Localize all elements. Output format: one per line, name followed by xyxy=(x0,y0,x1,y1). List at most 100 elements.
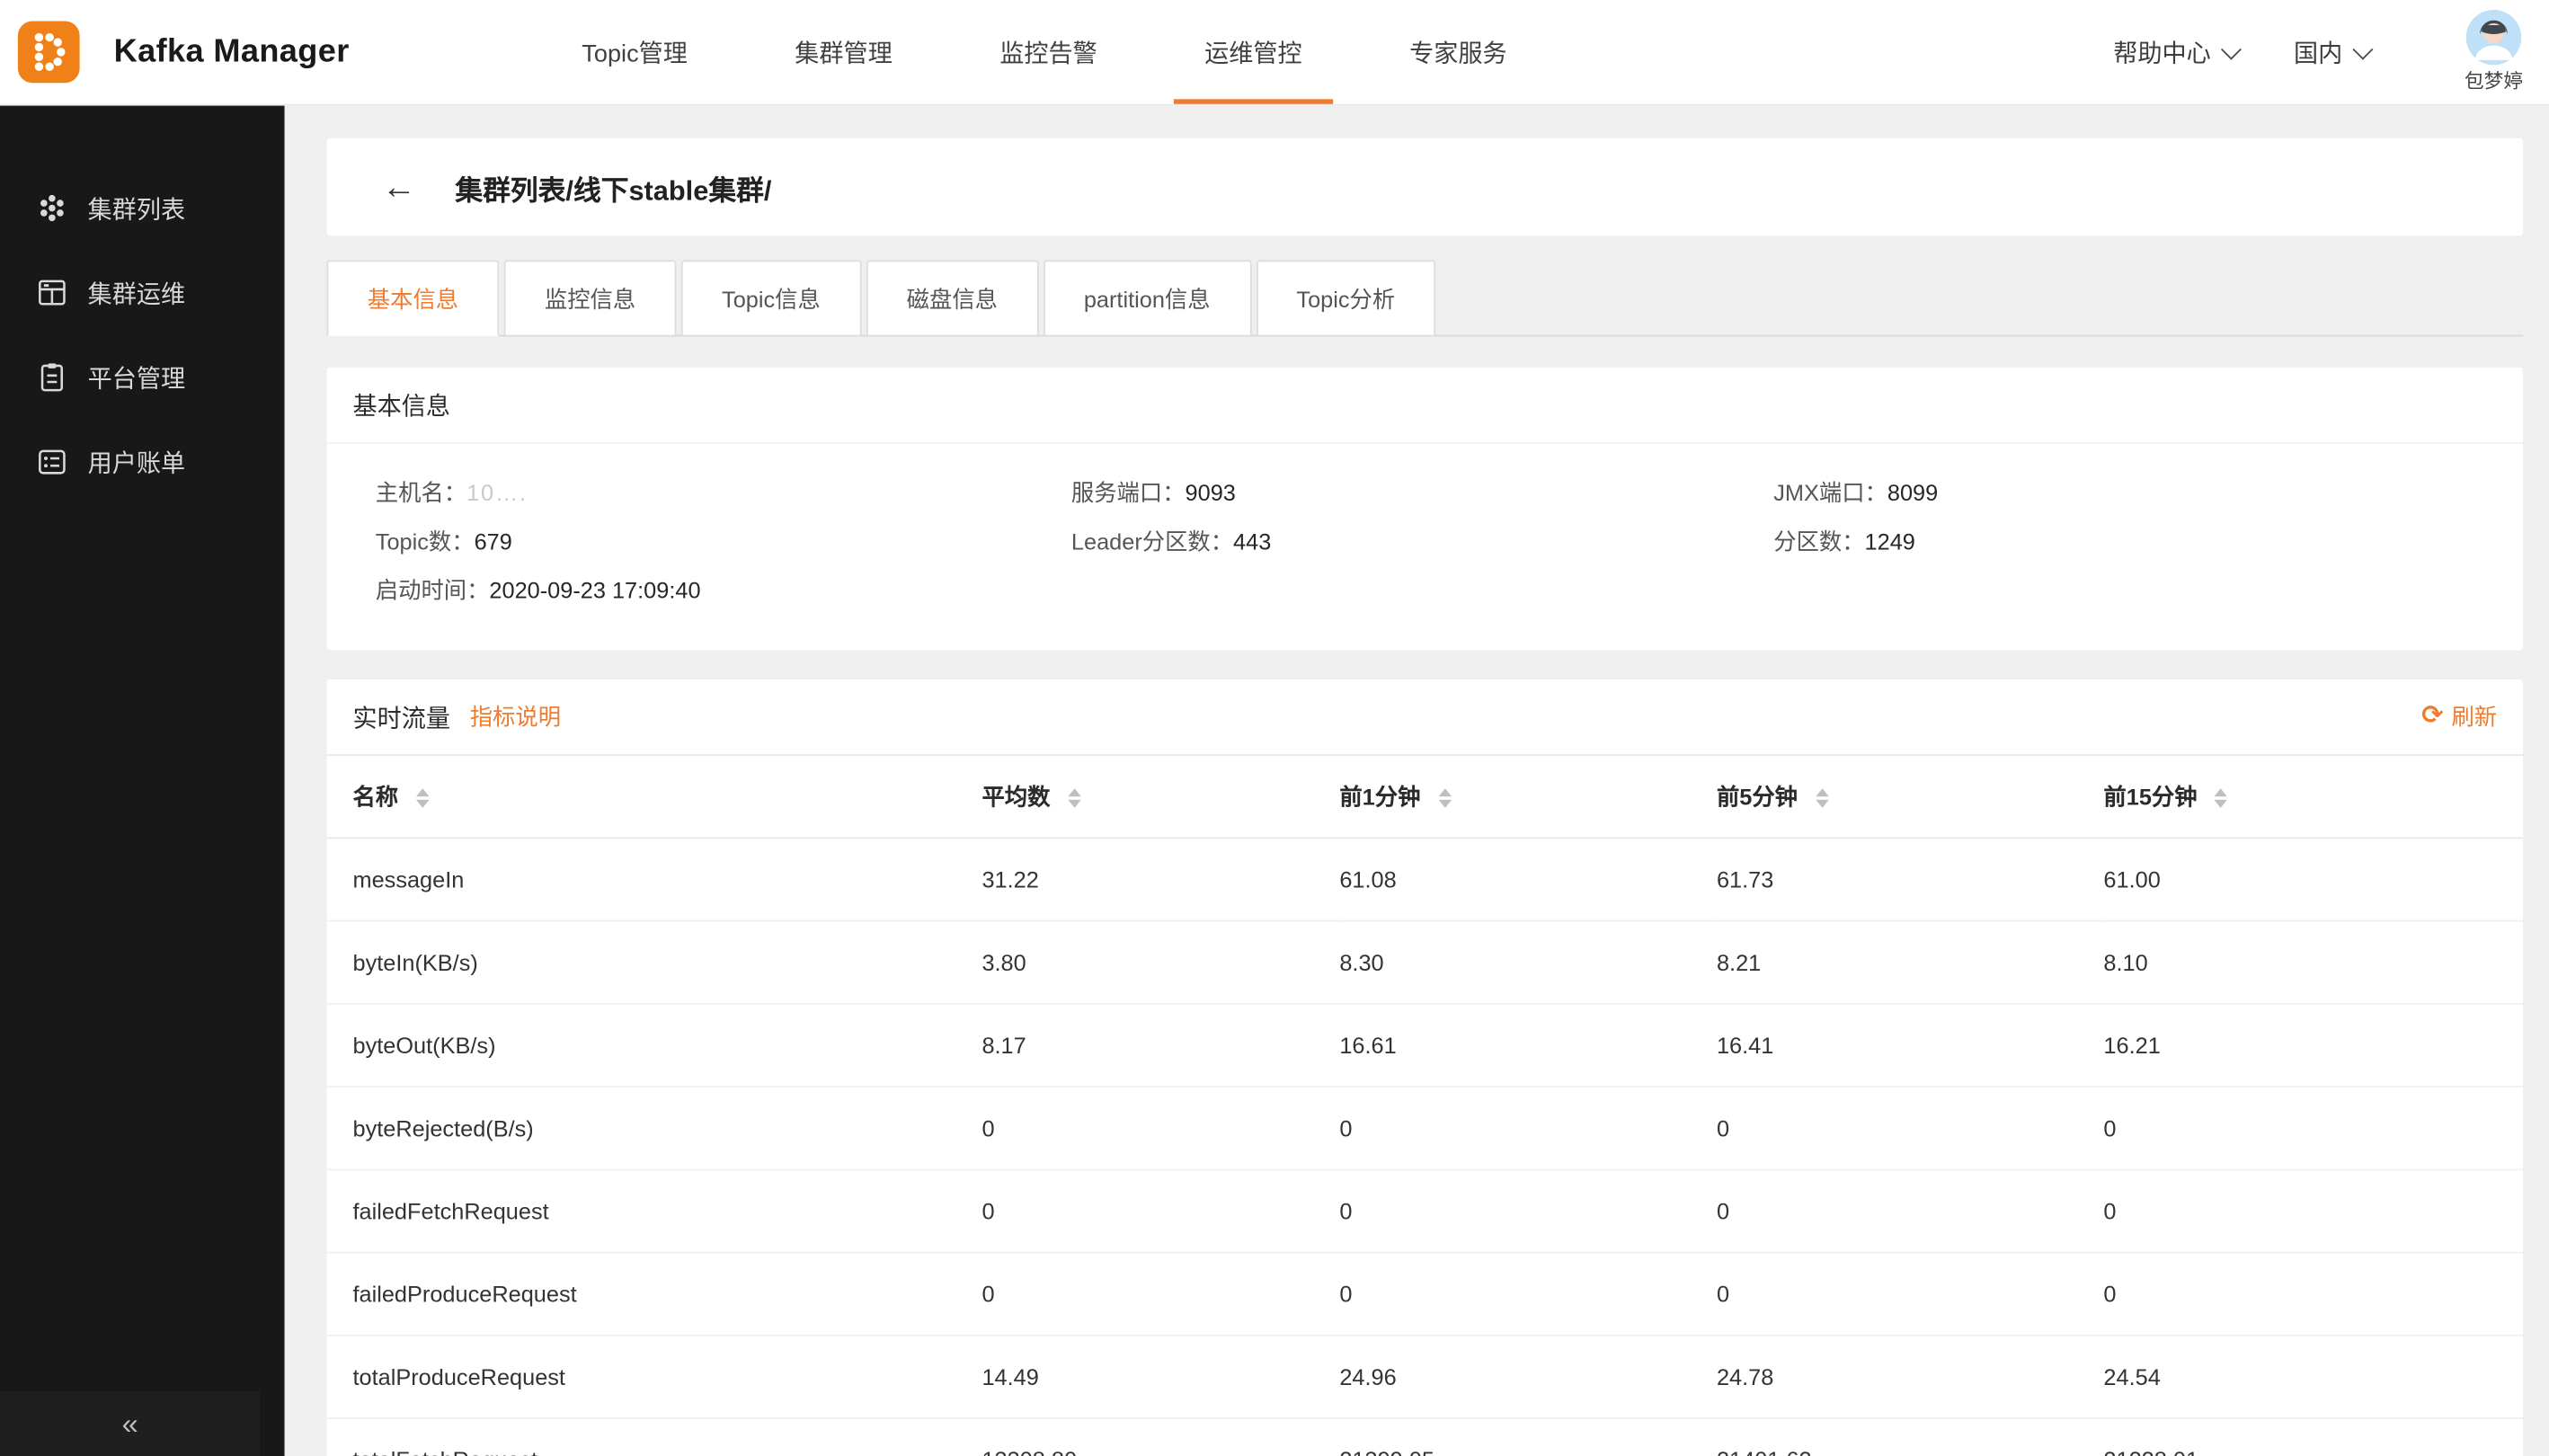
sidebar-items: 集群列表 集群运维 平台管理 xyxy=(0,104,285,504)
tab-topic-analysis[interactable]: Topic分析 xyxy=(1256,260,1435,336)
field-value: 443 xyxy=(1233,528,1271,555)
metric-5min: 8.21 xyxy=(1717,921,2103,1004)
field-value: 10…. xyxy=(466,480,528,506)
column-header-name[interactable]: 名称 xyxy=(327,755,982,838)
field-label: 服务端口： xyxy=(1071,480,1186,506)
table-row: messageIn 31.22 61.08 61.73 61.00 xyxy=(327,838,2524,920)
column-header-last-1min[interactable]: 前1分钟 xyxy=(1339,755,1717,838)
nav-ops-control[interactable]: 运维管控 xyxy=(1174,0,1333,104)
grid-panel-icon xyxy=(36,276,68,308)
column-header-last-15min[interactable]: 前15分钟 xyxy=(2103,755,2523,838)
help-center-label: 帮助中心 xyxy=(2113,35,2211,69)
sort-carets-icon[interactable] xyxy=(2215,789,2227,809)
metric-avg: 0 xyxy=(981,1253,1339,1336)
avatar xyxy=(2466,10,2521,65)
basic-info-card-title: 基本信息 xyxy=(327,368,2524,444)
clipboard-icon xyxy=(36,361,68,394)
breadcrumb: ← 集群列表/线下stable集群/ xyxy=(327,138,2524,236)
metric-5min: 0 xyxy=(1717,1253,2103,1336)
tab-monitor-info[interactable]: 监控信息 xyxy=(504,260,677,336)
sort-carets-icon[interactable] xyxy=(1068,789,1080,809)
metric-explain-link[interactable]: 指标说明 xyxy=(470,701,561,733)
region-label: 国内 xyxy=(2294,35,2342,69)
header-right: 帮助中心 国内 包梦婷 xyxy=(2113,10,2549,94)
metric-5min: 61.73 xyxy=(1717,838,2103,920)
collapse-icon: « xyxy=(122,1407,138,1441)
metric-15min: 61.00 xyxy=(2103,838,2523,920)
sidebar-item-cluster-ops[interactable]: 集群运维 xyxy=(0,251,285,335)
sidebar-item-user-bill[interactable]: 用户账单 xyxy=(0,420,285,504)
metric-15min: 8.10 xyxy=(2103,921,2523,1004)
sidebar-item-label: 集群运维 xyxy=(88,276,186,310)
back-arrow-icon[interactable]: ← xyxy=(382,170,416,204)
metric-name: byteIn(KB/s) xyxy=(327,921,982,1004)
metric-15min: 0 xyxy=(2103,1253,2523,1336)
list-icon xyxy=(36,446,68,478)
top-nav: Topic管理 集群管理 监控告警 运维管控 专家服务 xyxy=(528,0,1561,104)
refresh-label: 刷新 xyxy=(2451,701,2497,733)
metric-5min: 21401.62 xyxy=(1717,1418,2103,1456)
app-window: Kafka Manager Topic管理 集群管理 监控告警 运维管控 专家服… xyxy=(0,0,2549,1456)
column-header-average[interactable]: 平均数 xyxy=(981,755,1339,838)
refresh-icon: ⟳ xyxy=(2421,704,2443,730)
region-selector[interactable]: 国内 xyxy=(2294,35,2370,69)
realtime-card-title: 实时流量 xyxy=(352,700,450,734)
sidebar-item-cluster-list[interactable]: 集群列表 xyxy=(0,165,285,250)
metric-avg: 31.22 xyxy=(981,838,1339,920)
help-center-menu[interactable]: 帮助中心 xyxy=(2113,35,2238,69)
column-label: 前15分钟 xyxy=(2103,784,2197,810)
metrics-table: 名称 平均数 前1分钟 前5分钟 xyxy=(327,754,2524,1456)
metric-15min: 0 xyxy=(2103,1087,2523,1169)
metric-name: failedFetchRequest xyxy=(327,1169,982,1252)
tab-topic-info[interactable]: Topic信息 xyxy=(681,260,861,336)
metric-name: messageIn xyxy=(327,838,982,920)
app-logo-icon[interactable] xyxy=(16,20,81,84)
column-header-last-5min[interactable]: 前5分钟 xyxy=(1717,755,2103,838)
metric-1min: 0 xyxy=(1339,1253,1717,1336)
nav-expert-service[interactable]: 专家服务 xyxy=(1379,0,1538,104)
sidebar-collapse-button[interactable]: « xyxy=(0,1391,260,1456)
sidebar-item-platform-management[interactable]: 平台管理 xyxy=(0,335,285,420)
field-leader-partition-count: Leader分区数：443 xyxy=(1071,525,1773,559)
table-row: failedFetchRequest 0 0 0 0 xyxy=(327,1169,2524,1252)
metric-1min: 61.08 xyxy=(1339,838,1717,920)
chevron-down-icon xyxy=(2221,40,2242,60)
sort-carets-icon[interactable] xyxy=(1438,789,1451,809)
tab-partition-info[interactable]: partition信息 xyxy=(1044,260,1251,336)
tab-basic-info[interactable]: 基本信息 xyxy=(327,260,500,336)
field-topic-count: Topic数：679 xyxy=(376,525,1071,559)
metric-5min: 0 xyxy=(1717,1087,2103,1169)
metric-name: failedProduceRequest xyxy=(327,1253,982,1336)
tab-bar: 基本信息 监控信息 Topic信息 磁盘信息 partition信息 Topic… xyxy=(327,260,2524,336)
realtime-traffic-card: 实时流量 指标说明 ⟳ 刷新 名称 平均数 xyxy=(327,679,2524,1456)
column-label: 平均数 xyxy=(981,784,1050,810)
nav-cluster-management[interactable]: 集群管理 xyxy=(764,0,923,104)
metric-1min: 0 xyxy=(1339,1169,1717,1252)
nav-monitor-alert[interactable]: 监控告警 xyxy=(969,0,1128,104)
table-header-row: 名称 平均数 前1分钟 前5分钟 xyxy=(327,755,2524,838)
metric-1min: 24.96 xyxy=(1339,1336,1717,1418)
table-row: totalFetchRequest 13308.80 21399.05 2140… xyxy=(327,1418,2524,1456)
sort-carets-icon[interactable] xyxy=(1816,789,1828,809)
field-start-time: 启动时间：2020-09-23 17:09:40 xyxy=(376,573,1071,608)
tab-disk-info[interactable]: 磁盘信息 xyxy=(866,260,1038,336)
chevron-down-icon xyxy=(2352,40,2373,60)
user-profile[interactable]: 包梦婷 xyxy=(2465,10,2523,94)
nav-topic-management[interactable]: Topic管理 xyxy=(551,0,718,104)
table-row: byteRejected(B/s) 0 0 0 0 xyxy=(327,1087,2524,1169)
column-label: 前1分钟 xyxy=(1339,784,1420,810)
metric-1min: 0 xyxy=(1339,1087,1717,1169)
field-value: 679 xyxy=(475,528,512,555)
sort-carets-icon[interactable] xyxy=(416,789,429,809)
metric-avg: 13308.80 xyxy=(981,1418,1339,1456)
metric-avg: 8.17 xyxy=(981,1004,1339,1087)
sidebar-item-label: 平台管理 xyxy=(88,360,186,395)
main-content: ← 集群列表/线下stable集群/ 基本信息 监控信息 Topic信息 磁盘信… xyxy=(285,104,2549,1456)
field-label: 分区数： xyxy=(1773,528,1864,555)
field-hostname: 主机名：10…. xyxy=(376,476,1071,510)
field-label: Leader分区数： xyxy=(1071,528,1233,555)
sidebar-item-label: 集群列表 xyxy=(88,191,186,226)
metric-name: byteOut(KB/s) xyxy=(327,1004,982,1087)
refresh-button[interactable]: ⟳ 刷新 xyxy=(2421,701,2497,733)
sidebar: 集群列表 集群运维 平台管理 xyxy=(0,104,285,1456)
